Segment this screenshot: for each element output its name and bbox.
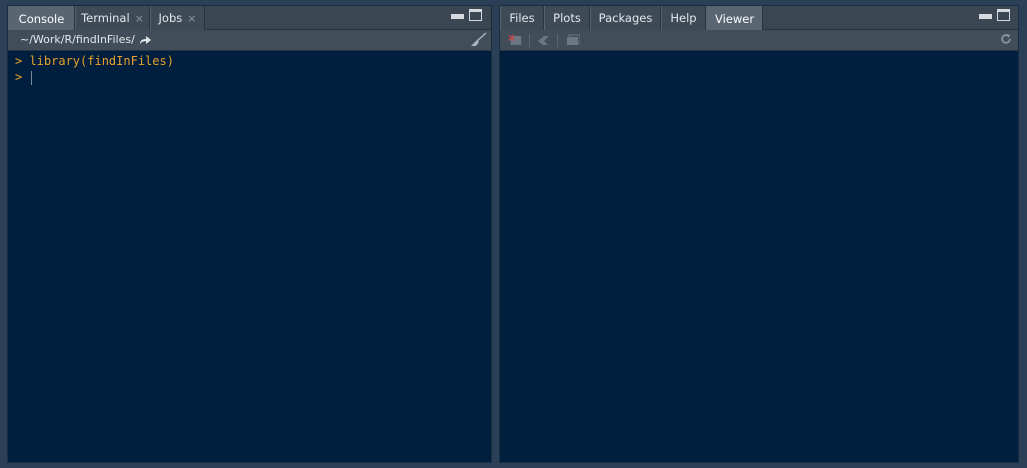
tab-console[interactable]: Console [8, 6, 75, 31]
console-command: library(findInFiles) [22, 54, 174, 68]
viewer-toolbar [500, 30, 1018, 51]
clear-all-icon[interactable] [566, 34, 580, 46]
tab-viewer-label: Viewer [714, 11, 755, 26]
minimize-icon[interactable] [979, 14, 992, 19]
remove-viewer-icon[interactable] [508, 34, 522, 46]
viewer-content [500, 51, 1018, 462]
tab-terminal-label: Terminal [81, 11, 130, 25]
tab-help-label: Help [670, 11, 697, 25]
arrow-forward-icon[interactable] [139, 34, 152, 46]
tab-viewer[interactable]: Viewer [706, 6, 763, 31]
tab-files[interactable]: Files [500, 6, 544, 30]
broom-icon[interactable] [469, 32, 487, 48]
console-input[interactable] [22, 70, 29, 84]
console-line: > library(findInFiles) [15, 53, 491, 69]
toolbar-separator [557, 34, 558, 47]
console-pane: Console Terminal × Jobs × ~/Work/R/findI… [7, 5, 492, 463]
tab-jobs-label: Jobs [158, 11, 183, 25]
tab-packages[interactable]: Packages [590, 6, 661, 30]
viewer-pane: Files Plots Packages Help Viewer [499, 5, 1019, 463]
refresh-icon[interactable] [999, 33, 1013, 45]
minimize-icon[interactable] [451, 14, 464, 19]
export-icon[interactable] [537, 34, 551, 46]
tab-packages-label: Packages [598, 11, 653, 25]
tab-jobs[interactable]: Jobs × [150, 6, 205, 30]
maximize-icon[interactable] [997, 9, 1010, 21]
console-tabbar: Console Terminal × Jobs × [8, 6, 491, 31]
toolbar-separator [529, 34, 530, 47]
tab-files-label: Files [509, 11, 535, 25]
maximize-icon[interactable] [469, 9, 482, 21]
tab-plots[interactable]: Plots [544, 6, 590, 30]
text-cursor [31, 70, 33, 85]
close-icon[interactable]: × [135, 12, 144, 25]
close-icon[interactable]: × [187, 12, 196, 25]
working-directory-path[interactable]: ~/Work/R/findInFiles/ [20, 33, 135, 46]
console-output[interactable]: > library(findInFiles) > [8, 51, 491, 462]
console-toolbar: ~/Work/R/findInFiles/ [8, 30, 491, 51]
tab-console-label: Console [18, 11, 65, 26]
tab-terminal[interactable]: Terminal × [75, 6, 150, 30]
tab-help[interactable]: Help [661, 6, 706, 30]
viewer-tabbar: Files Plots Packages Help Viewer [500, 6, 1018, 31]
tab-plots-label: Plots [553, 11, 581, 25]
console-input-line[interactable]: > [15, 69, 491, 85]
